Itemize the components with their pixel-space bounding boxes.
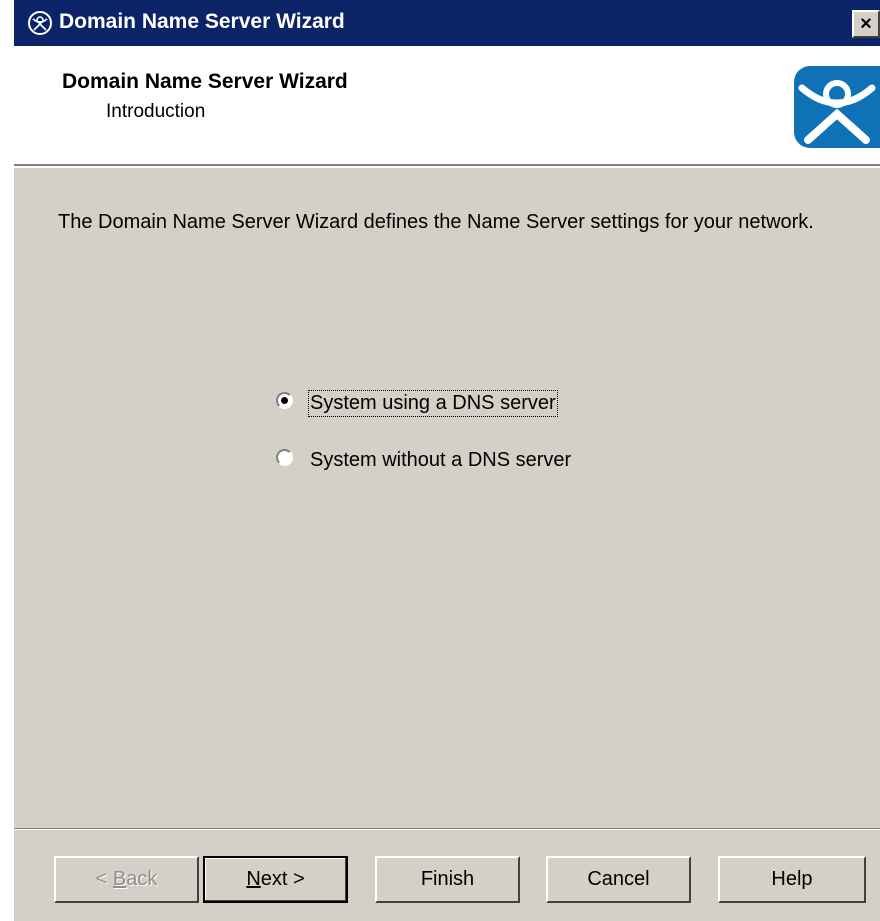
help-button[interactable]: Help xyxy=(718,856,866,903)
title-bar[interactable]: Domain Name Server Wizard × xyxy=(14,0,880,48)
wizard-description: The Domain Name Server Wizard defines th… xyxy=(58,211,814,233)
back-button[interactable]: < Back xyxy=(54,856,199,903)
option-label-dns-server[interactable]: System using a DNS server xyxy=(308,390,558,417)
close-icon: × xyxy=(860,13,872,35)
thinmanager-logo-icon xyxy=(794,66,880,148)
wizard-window: Domain Name Server Wizard × Domain Name … xyxy=(0,0,880,921)
header-title: Domain Name Server Wizard xyxy=(62,70,348,93)
back-button-prefix: < xyxy=(95,868,113,890)
header-subtitle: Introduction xyxy=(106,101,206,122)
radio-no-dns-server[interactable] xyxy=(276,449,293,466)
button-separator xyxy=(14,828,880,830)
next-button-label: ext > xyxy=(260,868,305,890)
back-button-mnemonic: B xyxy=(112,868,127,890)
close-button[interactable]: × xyxy=(852,10,880,38)
finish-button[interactable]: Finish xyxy=(375,856,520,903)
thinmanager-logo-icon xyxy=(28,11,52,35)
window-title: Domain Name Server Wizard xyxy=(59,10,345,33)
wizard-header: Domain Name Server Wizard Introduction xyxy=(14,48,880,166)
radio-dns-server[interactable] xyxy=(276,392,293,409)
help-button-label: Help xyxy=(771,868,813,890)
radio-selected-dot xyxy=(281,397,288,404)
cancel-button-label: Cancel xyxy=(587,868,650,890)
next-button-mnemonic: N xyxy=(246,868,261,890)
option-label-no-dns-server[interactable]: System without a DNS server xyxy=(310,449,571,472)
cancel-button[interactable]: Cancel xyxy=(546,856,691,903)
next-button[interactable]: Next > xyxy=(203,856,348,903)
finish-button-label: Finish xyxy=(420,868,475,890)
back-button-label: ack xyxy=(126,868,158,890)
